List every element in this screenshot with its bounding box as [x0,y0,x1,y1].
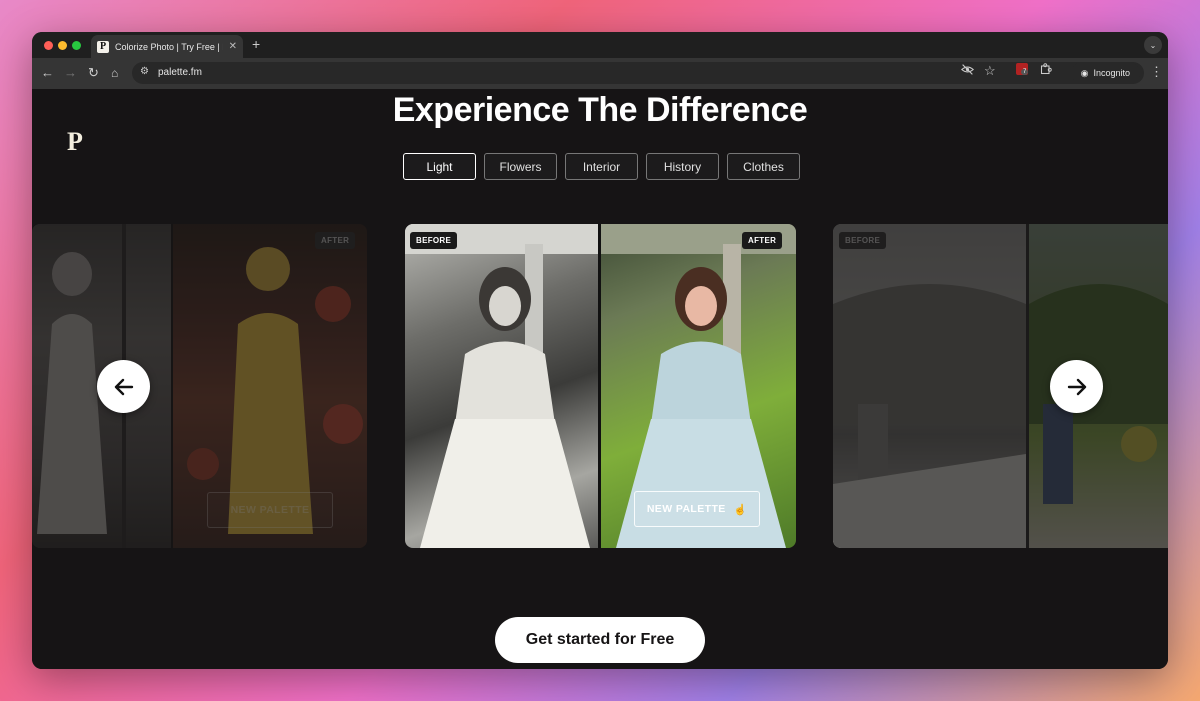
close-window-button[interactable] [44,41,53,50]
page-heading: Experience The Difference [392,91,808,129]
more-icon[interactable]: ⋮ [1150,64,1163,80]
after-tag: AFTER [742,232,783,249]
incognito-label: Incognito [1093,68,1130,78]
url-text[interactable]: palette.fm [158,67,202,78]
extension-badge-count: 7 [1021,69,1029,75]
arrow-right-icon [1067,378,1086,395]
back-arrow-icon[interactable]: ← [41,65,54,81]
before-tag: BEFORE [839,232,887,249]
previous-slide-button[interactable] [97,360,150,413]
hand-pointer-icon: ☝ [733,503,748,516]
tab-close-icon[interactable]: ✕ [229,41,237,52]
get-started-button[interactable]: Get started for Free [495,617,705,663]
star-icon[interactable]: ☆ [984,63,996,79]
before-image [833,224,1026,548]
after-image [173,224,367,548]
puzzle-icon[interactable] [1040,63,1052,78]
left-comparison-card[interactable]: AFTER NEW PALETTE [32,224,367,548]
home-icon[interactable]: ⌂ [111,65,118,81]
incognito-chip[interactable]: ◉ Incognito [1070,62,1140,84]
page-content: P Experience The Difference Light Flower… [32,89,1168,669]
new-palette-button[interactable]: NEW PALETTE ☝ [634,491,760,527]
browser-window: P Colorize Photo | Try Free | Re ✕ + ⌄ ←… [32,32,1168,669]
favicon-icon: P [97,40,109,53]
site-logo[interactable]: P [67,127,83,157]
before-tag: BEFORE [410,232,458,249]
new-tab-button[interactable]: + [252,36,260,52]
tab-flowers[interactable]: Flowers [484,153,557,180]
arrow-left-icon [114,378,133,395]
tab-light[interactable]: Light [403,153,476,180]
reload-icon[interactable]: ↻ [88,65,99,81]
extension-icon[interactable]: 7 [1016,63,1029,75]
tab-interior[interactable]: Interior [565,153,638,180]
new-palette-button-left[interactable]: NEW PALETTE [207,492,333,528]
center-comparison-card[interactable]: BEFORE AFTER NEW PALETTE ☝ [405,224,796,548]
minimize-window-button[interactable] [58,41,67,50]
next-slide-button[interactable] [1050,360,1103,413]
after-tag: AFTER [315,232,356,249]
tab-search-button[interactable]: ⌄ [1144,36,1162,54]
comparison-divider [1026,224,1029,548]
before-image [405,224,598,548]
new-palette-label: NEW PALETTE [230,504,310,516]
maximize-window-button[interactable] [72,41,81,50]
browser-tab[interactable]: P Colorize Photo | Try Free | Re ✕ [91,35,243,58]
tab-history[interactable]: History [646,153,719,180]
incognito-icon: ◉ [1080,67,1089,78]
tab-strip: P Colorize Photo | Try Free | Re ✕ + ⌄ [32,32,1168,58]
tab-clothes[interactable]: Clothes [727,153,800,180]
forward-arrow-icon[interactable]: → [64,65,77,81]
tab-title: Colorize Photo | Try Free | Re [115,41,223,52]
new-palette-label: NEW PALETTE [646,503,726,515]
tune-icon[interactable]: ⚙ [140,66,149,77]
filter-tabs: Light Flowers Interior History Clothes [403,153,800,180]
right-comparison-card[interactable]: BEFORE [833,224,1168,548]
browser-toolbar: ← → ↻ ⌂ ⚙ palette.fm ☆ 7 ◉ Incognito ⋮ [32,58,1168,89]
eye-off-icon[interactable] [960,63,975,79]
